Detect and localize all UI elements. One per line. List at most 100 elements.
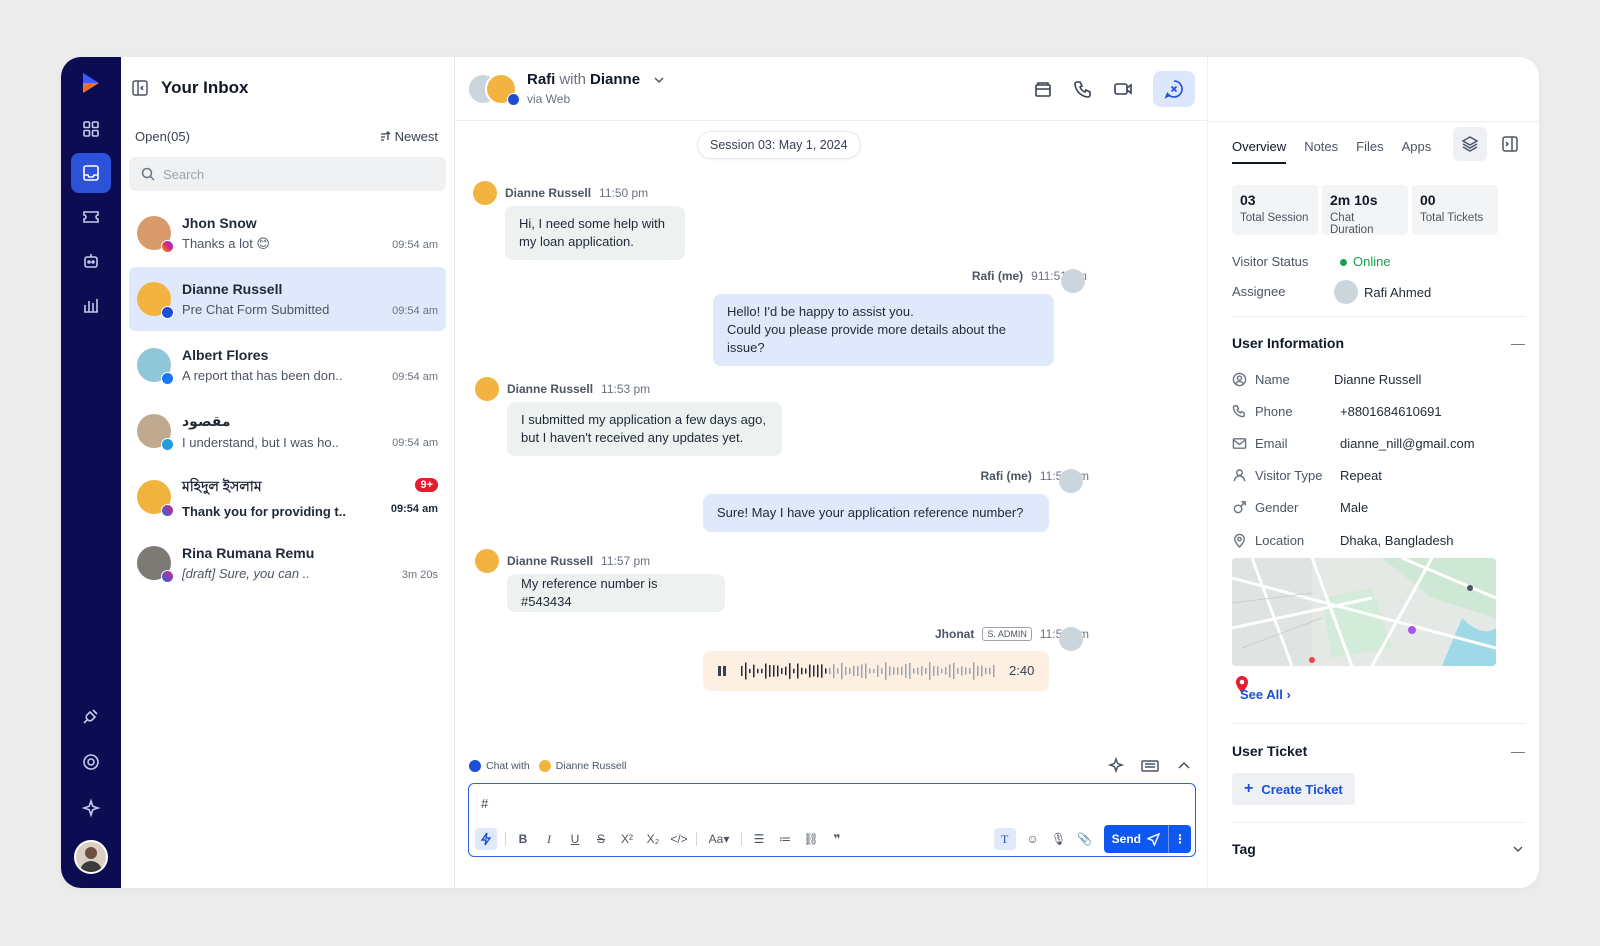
- panel-toggle-button[interactable]: [1493, 127, 1527, 161]
- text-format-icon[interactable]: T: [993, 828, 1016, 850]
- nav-dashboard[interactable]: [71, 109, 111, 149]
- waveform-bar: [925, 667, 927, 675]
- conversation-item-active[interactable]: Dianne Russell Pre Chat Form Submitted 09…: [129, 267, 446, 331]
- waveform-bar: [769, 665, 771, 677]
- nav-bots[interactable]: [71, 241, 111, 281]
- waveform-bar: [765, 663, 767, 679]
- archive-icon[interactable]: [1033, 79, 1053, 99]
- quote-icon[interactable]: ❞: [828, 830, 846, 848]
- chevron-down-icon[interactable]: [1511, 842, 1525, 856]
- subscript-icon[interactable]: X₂: [644, 830, 662, 848]
- search-box[interactable]: Search: [129, 157, 446, 191]
- inbox-icon: [83, 165, 99, 181]
- message-input[interactable]: [481, 796, 1161, 811]
- message-text: Could you please provide more details ab…: [727, 322, 1006, 355]
- inbox-filter[interactable]: Open(05): [135, 129, 190, 144]
- stat-value: 2m 10s: [1330, 192, 1378, 208]
- tab-overview[interactable]: Overview: [1232, 139, 1287, 164]
- waveform-bar: [885, 662, 887, 680]
- field-row-name: Name Dianne Russell: [1232, 372, 1421, 387]
- user-ticket-header[interactable]: User Ticket —: [1232, 743, 1525, 759]
- pause-icon[interactable]: [715, 664, 729, 678]
- superscript-icon[interactable]: X²: [618, 830, 636, 848]
- inbox-panel: Your Inbox Open(05) Newest Search Jhon S…: [121, 57, 455, 888]
- waveform-bar: [945, 667, 947, 675]
- tab-apps[interactable]: Apps: [1402, 139, 1432, 164]
- attachment-icon[interactable]: 📎: [1076, 830, 1094, 848]
- chevron-down-icon[interactable]: [652, 73, 666, 87]
- bold-icon[interactable]: B: [514, 830, 532, 848]
- sender-name: Dianne Russell: [507, 382, 594, 396]
- chat-panel: Rafi with Dianne via Web Session 03: May…: [455, 57, 1207, 888]
- waveform-bar: [865, 663, 867, 679]
- conversation-item[interactable]: Rina Rumana Remu [draft] Sure, you can ..…: [129, 531, 446, 595]
- strikethrough-icon[interactable]: S: [592, 830, 610, 848]
- assignee-avatar: [1334, 280, 1358, 304]
- bullet-list-icon[interactable]: ☰: [750, 830, 768, 848]
- emoji-icon[interactable]: ☺: [1024, 830, 1042, 848]
- chart-icon: [84, 299, 98, 313]
- video-icon[interactable]: [1113, 79, 1133, 99]
- messenger-icon: [161, 504, 174, 517]
- chat-header: Rafi with Dianne via Web: [455, 57, 1207, 121]
- link-icon[interactable]: ⛓: [802, 830, 820, 848]
- waveform-bar: [857, 666, 859, 676]
- ai-sparkle-icon[interactable]: [1107, 757, 1125, 775]
- quick-reply-button[interactable]: [475, 828, 497, 850]
- conversation-item[interactable]: مقصود I understand, but I was ho.. 09:54 …: [129, 399, 446, 463]
- message-bubble: Hello! I'd be happy to assist you. Could…: [713, 294, 1054, 366]
- stat-label: Chat Duration: [1330, 212, 1374, 236]
- nav-inbox[interactable]: [71, 153, 111, 193]
- phone-icon[interactable]: [1073, 79, 1093, 99]
- conversation-item[interactable]: মহিদুল ইসলাম Thank you for providing t.. …: [129, 465, 446, 529]
- more-options-icon[interactable]: ⋮: [1169, 825, 1191, 853]
- contact-name: مقصود: [182, 412, 231, 429]
- sort-button[interactable]: Newest: [379, 129, 438, 144]
- collapse-icon[interactable]: —: [1511, 743, 1525, 759]
- waveform-bar: [929, 662, 931, 680]
- collapse-sidebar-icon[interactable]: [131, 79, 149, 97]
- collapse-icon[interactable]: —: [1511, 335, 1525, 351]
- nav-reports[interactable]: [71, 285, 111, 325]
- see-all-link[interactable]: See All ›: [1240, 687, 1291, 702]
- user-info-header[interactable]: User Information —: [1232, 335, 1525, 351]
- underline-icon[interactable]: U: [566, 830, 584, 848]
- conversation-item[interactable]: Albert Flores A report that has been don.…: [129, 333, 446, 397]
- font-size-icon[interactable]: Aa▾: [705, 830, 733, 848]
- audio-message: 2:40: [703, 651, 1049, 691]
- close-chat-button[interactable]: [1153, 70, 1195, 107]
- location-map[interactable]: [1232, 558, 1496, 666]
- create-ticket-button[interactable]: + Create Ticket: [1232, 773, 1355, 805]
- conversation-item[interactable]: Jhon Snow Thanks a lot 😊 09:54 am: [129, 201, 446, 265]
- contact-avatar: [137, 546, 174, 583]
- field-value: +8801684610691: [1340, 404, 1442, 419]
- keyboard-icon[interactable]: [1141, 757, 1159, 775]
- nav-integrations[interactable]: [71, 696, 111, 736]
- numbered-list-icon[interactable]: ≔: [776, 830, 794, 848]
- details-panel: Overview Notes Files Apps 03 Total Sessio…: [1207, 57, 1539, 888]
- user-avatar[interactable]: [74, 840, 108, 874]
- stat-label: Total Tickets: [1420, 212, 1484, 224]
- assignee-value[interactable]: Rafi Ahmed: [1334, 280, 1431, 304]
- send-button[interactable]: Send ⋮: [1103, 825, 1191, 853]
- app-window: Your Inbox Open(05) Newest Search Jhon S…: [61, 57, 1539, 888]
- code-icon[interactable]: </>: [670, 830, 688, 848]
- nav-settings[interactable]: [71, 742, 111, 782]
- message-time: 09:54 am: [392, 305, 438, 317]
- message-time: 11:57 pm: [601, 554, 651, 568]
- italic-icon[interactable]: I: [540, 830, 558, 848]
- tab-files[interactable]: Files: [1356, 139, 1383, 164]
- audio-waveform[interactable]: [741, 660, 997, 682]
- tag-header[interactable]: Tag: [1232, 841, 1525, 857]
- chevron-up-icon[interactable]: [1175, 757, 1193, 775]
- nav-ai[interactable]: [71, 788, 111, 828]
- microphone-icon[interactable]: 🎙: [1050, 830, 1068, 848]
- tab-notes[interactable]: Notes: [1304, 139, 1338, 164]
- sender-name: Rafi (me): [980, 469, 1032, 483]
- web-icon: [469, 760, 481, 772]
- layers-button[interactable]: [1453, 127, 1487, 161]
- nav-tickets[interactable]: [71, 197, 111, 237]
- search-input[interactable]: Search: [163, 167, 204, 182]
- message-time: 11:53 pm: [601, 382, 651, 396]
- waveform-bar: [821, 664, 823, 678]
